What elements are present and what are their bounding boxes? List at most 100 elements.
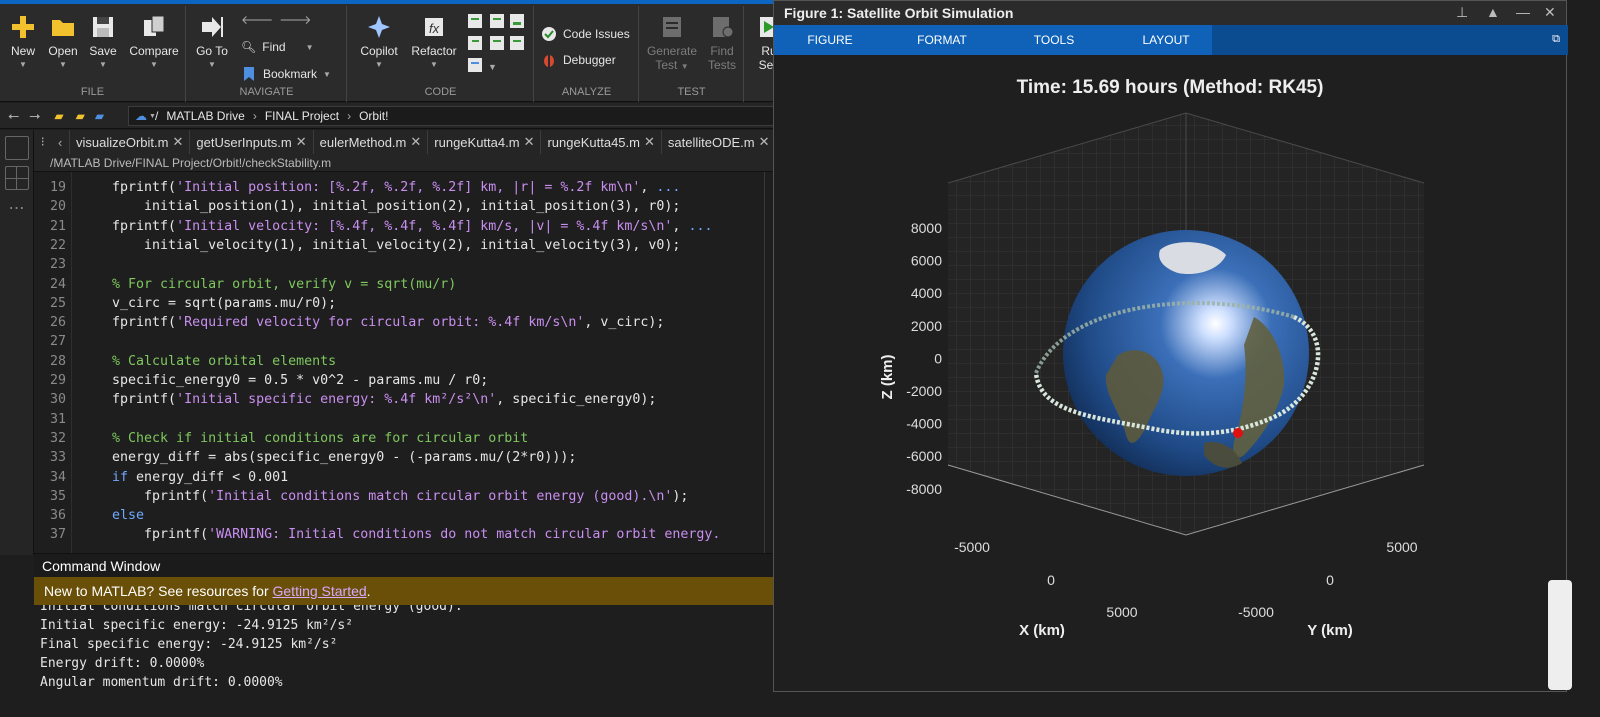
copilot-button[interactable]: Copilot ▼ bbox=[354, 14, 404, 69]
z-tick-label: 8000 bbox=[911, 220, 942, 236]
more-icon[interactable]: ⋯ bbox=[0, 198, 33, 218]
browse-folder-icon[interactable]: ▰ bbox=[76, 109, 85, 123]
tab-format[interactable]: FORMAT bbox=[886, 33, 998, 47]
line-number[interactable]: 36 bbox=[34, 506, 66, 525]
chevron-down-icon: ▼ bbox=[375, 60, 383, 69]
tab-layout[interactable]: LAYOUT bbox=[1110, 33, 1222, 47]
line-number[interactable]: 28 bbox=[34, 352, 66, 371]
tab-runge-kutta45[interactable]: rungeKutta45.m ✕ bbox=[541, 130, 662, 154]
uncomment-icon[interactable] bbox=[490, 14, 504, 28]
save-button[interactable]: Save ▼ bbox=[80, 14, 126, 69]
section-icon[interactable] bbox=[468, 58, 482, 72]
line-number[interactable]: 31 bbox=[34, 410, 66, 429]
find-tests-button[interactable]: Find Tests bbox=[702, 14, 742, 72]
line-number[interactable]: 32 bbox=[34, 429, 66, 448]
bookmark-button[interactable]: Bookmark ▼ bbox=[241, 66, 331, 82]
tab-scroll-controls[interactable]: ⁝ ‹ bbox=[34, 130, 70, 154]
toolstrip: New ▼ Open ▼ Save ▼ Compare ▼ FILE Go To… bbox=[0, 0, 790, 102]
close-icon[interactable]: ✕ bbox=[644, 134, 655, 150]
find-button[interactable]: 🔍︎ Find ▼ bbox=[241, 40, 314, 54]
generate-test-button[interactable]: Generate Test ▼ bbox=[644, 14, 700, 72]
line-number[interactable]: 34 bbox=[34, 468, 66, 487]
line-number[interactable]: 37 bbox=[34, 525, 66, 544]
find-tests-icon bbox=[713, 17, 734, 38]
code-editor[interactable]: 19 fprintf('Initial position: [%.2f, %.2… bbox=[34, 172, 790, 553]
generate-test-label-1: Generate bbox=[646, 44, 698, 58]
tab-satellite-ode[interactable]: satelliteODE.m ✕ bbox=[662, 130, 777, 154]
indent-icon[interactable] bbox=[468, 36, 482, 50]
line-number[interactable]: 33 bbox=[34, 448, 66, 467]
command-window-title[interactable]: Command Window bbox=[34, 553, 790, 577]
outdent-icon[interactable] bbox=[510, 36, 524, 50]
layout-grid-icon[interactable] bbox=[4, 166, 29, 190]
z-tick-label: 2000 bbox=[911, 318, 942, 334]
drive-folder-icon[interactable]: ▰ bbox=[95, 109, 104, 123]
orbit-plot-3d[interactable]: 8000 6000 4000 2000 0 -2000 -4000 -6000 -8000 Z … bbox=[774, 55, 1566, 691]
line-number[interactable]: 21 bbox=[34, 217, 66, 236]
tab-runge-kutta4[interactable]: rungeKutta4.m ✕ bbox=[428, 130, 542, 154]
close-icon[interactable]: ✕ bbox=[296, 134, 307, 150]
folder-icon bbox=[52, 20, 74, 36]
tab-euler-method[interactable]: eulerMethod.m ✕ bbox=[314, 130, 429, 154]
close-icon[interactable]: ✕ bbox=[524, 134, 535, 150]
line-number[interactable]: 30 bbox=[34, 390, 66, 409]
back-forward-buttons[interactable]: 🡐 🡒 bbox=[241, 12, 311, 27]
maximize-icon[interactable]: ▲ bbox=[1486, 4, 1500, 20]
arrow-left-icon[interactable]: ⭠ bbox=[8, 107, 19, 124]
breadcrumb-matlab-drive[interactable]: MATLAB Drive bbox=[166, 109, 244, 123]
figure-title-bar[interactable]: Figure 1: Satellite Orbit Simulation ⊥ ▲… bbox=[774, 1, 1566, 25]
debugger-label: Debugger bbox=[563, 53, 616, 67]
code-group-label: CODE bbox=[424, 86, 457, 98]
tab-tools[interactable]: TOOLS bbox=[998, 33, 1110, 47]
line-number[interactable]: 22 bbox=[34, 236, 66, 255]
refactor-button[interactable]: fx Refactor ▼ bbox=[406, 14, 462, 69]
close-icon[interactable]: ✕ bbox=[410, 134, 421, 150]
side-widget-strip[interactable] bbox=[1548, 580, 1572, 690]
undock-icon[interactable]: ⧉ bbox=[1552, 33, 1560, 46]
up-folder-icon[interactable]: ▰ bbox=[54, 109, 63, 123]
files-panel-icon[interactable] bbox=[4, 136, 29, 160]
line-number[interactable]: 35 bbox=[34, 487, 66, 506]
right-text-limit bbox=[764, 172, 765, 553]
chevron-right-icon: › bbox=[347, 109, 352, 123]
line-number[interactable]: 25 bbox=[34, 294, 66, 313]
code-text: % For circular orbit, verify v = sqrt(mu… bbox=[80, 276, 457, 292]
line-number[interactable]: 24 bbox=[34, 275, 66, 294]
command-window-output[interactable]: Initial conditions match circular orbit … bbox=[34, 605, 790, 717]
breadcrumb-final-project[interactable]: FINAL Project bbox=[265, 109, 339, 123]
line-number[interactable]: 27 bbox=[34, 332, 66, 351]
close-icon[interactable]: ✕ bbox=[1544, 4, 1556, 21]
line-number[interactable]: 20 bbox=[34, 197, 66, 216]
smart-indent-icon[interactable] bbox=[490, 36, 504, 50]
line-number[interactable]: 29 bbox=[34, 371, 66, 390]
y-tick-label: 0 bbox=[1326, 572, 1334, 588]
satellite-marker bbox=[1233, 428, 1243, 438]
compare-button[interactable]: Compare ▼ bbox=[124, 14, 184, 69]
line-number[interactable]: 26 bbox=[34, 313, 66, 332]
arrow-right-icon[interactable]: 🡒 bbox=[279, 12, 311, 27]
arrow-right-icon[interactable]: ⭢ bbox=[29, 107, 40, 124]
debugger-button[interactable]: Debugger bbox=[541, 52, 616, 68]
find-label: Find bbox=[262, 40, 286, 54]
line-number[interactable]: 19 bbox=[34, 178, 66, 197]
go-to-button[interactable]: Go To ▼ bbox=[189, 14, 235, 69]
getting-started-link[interactable]: Getting Started bbox=[273, 583, 367, 599]
tab-visualize-orbit[interactable]: visualizeOrbit.m ✕ bbox=[70, 130, 191, 154]
current-folder-path[interactable]: ☁ ▼ / MATLAB Drive › FINAL Project › Orb… bbox=[128, 106, 788, 126]
minimize-icon[interactable]: — bbox=[1516, 4, 1530, 20]
wrap-icon[interactable] bbox=[510, 14, 524, 28]
tab-figure[interactable]: FIGURE bbox=[774, 33, 886, 47]
pin-icon[interactable]: ⊥ bbox=[1456, 4, 1468, 21]
arrow-left-icon[interactable]: 🡐 bbox=[241, 12, 273, 27]
close-icon[interactable]: ✕ bbox=[759, 134, 770, 150]
comment-icon[interactable] bbox=[468, 14, 482, 28]
code-issues-button[interactable]: Code Issues bbox=[541, 26, 630, 42]
chevron-left-icon[interactable]: ‹ bbox=[58, 135, 62, 150]
line-number[interactable]: 23 bbox=[34, 255, 66, 274]
breadcrumb-orbit[interactable]: Orbit! bbox=[359, 109, 388, 123]
figure-canvas[interactable]: Time: 15.69 hours (Method: RK45) 8000 60… bbox=[774, 55, 1566, 691]
tab-list-icon[interactable]: ⁝ bbox=[41, 134, 45, 150]
close-icon[interactable]: ✕ bbox=[172, 134, 183, 150]
figure-window[interactable]: Figure 1: Satellite Orbit Simulation ⊥ ▲… bbox=[773, 0, 1568, 692]
tab-get-user-inputs[interactable]: getUserInputs.m ✕ bbox=[190, 130, 314, 154]
